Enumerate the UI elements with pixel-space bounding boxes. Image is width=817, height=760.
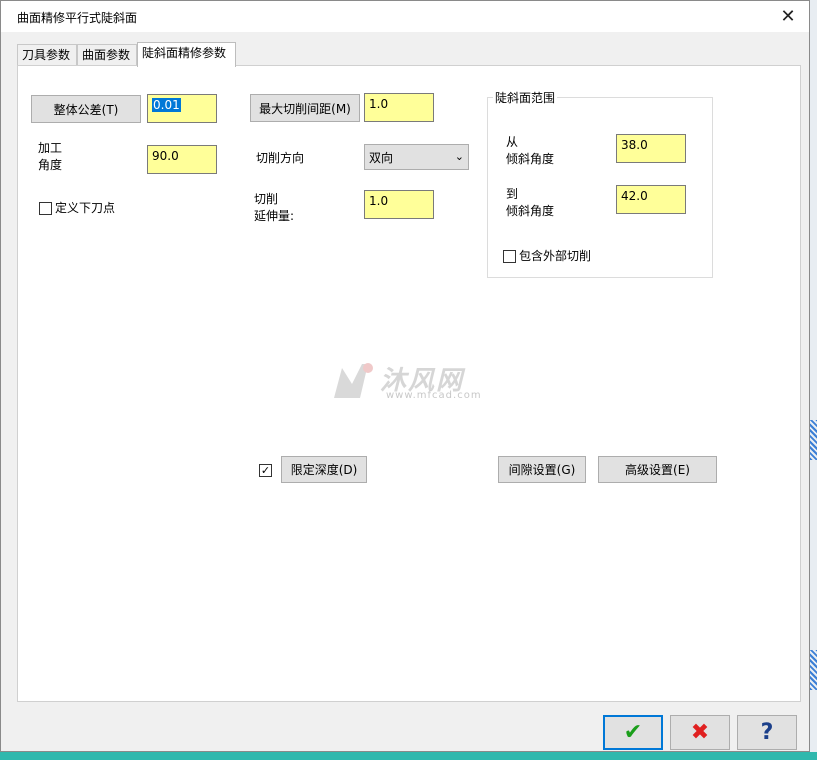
from-angle-label: 从 倾斜角度 (506, 134, 554, 168)
machining-angle-input[interactable]: 90.0 (147, 145, 217, 174)
tab-panel: 整体公差(T) 0.01 加工 角度 90.0 定义下刀点 最大切削间距(M) … (17, 65, 801, 702)
include-outer-checkbox[interactable] (503, 250, 516, 263)
help-icon: ? (760, 720, 774, 745)
max-stepover-button[interactable]: 最大切削间距(M) (250, 94, 360, 122)
tab-surface-params[interactable]: 曲面参数 (77, 44, 137, 66)
limit-depth-checkbox[interactable]: ✓ (259, 464, 272, 477)
cut-direction-value: 双向 (369, 151, 394, 165)
limit-depth-button[interactable]: 限定深度(D) (281, 456, 367, 483)
steep-range-title: 陡斜面范围 (493, 89, 558, 106)
tolerance-input[interactable]: 0.01 (147, 94, 217, 123)
title-bar: 曲面精修平行式陡斜面 ✕ (1, 1, 809, 32)
to-angle-input[interactable]: 42.0 (616, 185, 686, 214)
chevron-down-icon: ⌄ (454, 150, 464, 163)
machining-angle-label-line1: 加工 (38, 141, 63, 155)
dialog-title: 曲面精修平行式陡斜面 (17, 11, 138, 25)
watermark: 沐风网 www.mfcad.com (328, 358, 498, 408)
cancel-button[interactable]: ✖ (670, 715, 730, 750)
cut-extension-label-line2: 延伸量: (254, 209, 295, 223)
background-app-bottom (0, 752, 817, 760)
to-angle-label-line2: 倾斜角度 (506, 204, 555, 218)
advanced-settings-button[interactable]: 高级设置(E) (598, 456, 717, 483)
check-icon: ✔ (623, 720, 643, 745)
tab-tool-params[interactable]: 刀具参数 (17, 44, 77, 66)
cut-direction-select[interactable]: 双向 ⌄ (364, 144, 469, 170)
cross-icon: ✖ (690, 720, 710, 745)
tolerance-button[interactable]: 整体公差(T) (31, 95, 141, 123)
entry-point-checkbox[interactable] (39, 202, 52, 215)
watermark-logo-icon (334, 363, 373, 398)
entry-point-label: 定义下刀点 (55, 201, 116, 215)
from-angle-label-line2: 倾斜角度 (506, 152, 555, 166)
gap-settings-button[interactable]: 间隙设置(G) (498, 456, 586, 483)
background-hatch (810, 650, 817, 690)
help-button[interactable]: ? (737, 715, 797, 750)
ok-button[interactable]: ✔ (603, 715, 663, 750)
background-hatch (810, 420, 817, 460)
include-outer-label: 包含外部切削 (519, 249, 592, 263)
machining-angle-label: 加工 角度 (38, 140, 62, 174)
cut-extension-input[interactable]: 1.0 (364, 190, 434, 219)
from-angle-input[interactable]: 38.0 (616, 134, 686, 163)
close-icon[interactable]: ✕ (773, 4, 803, 28)
to-angle-label: 到 倾斜角度 (506, 186, 554, 220)
cut-extension-label: 切削 延伸量: (254, 191, 294, 225)
tolerance-value: 0.01 (152, 98, 181, 112)
to-angle-label-line1: 到 (506, 187, 519, 201)
cut-direction-label: 切削方向 (256, 151, 305, 165)
cut-extension-label-line1: 切削 (254, 192, 279, 206)
tab-steep-finish-params[interactable]: 陡斜面精修参数 (137, 42, 236, 67)
machining-angle-label-line2: 角度 (38, 158, 63, 172)
from-angle-label-line1: 从 (506, 135, 519, 149)
max-stepover-input[interactable]: 1.0 (364, 93, 434, 122)
watermark-sub: www.mfcad.com (386, 390, 482, 401)
steep-finishing-dialog: 曲面精修平行式陡斜面 ✕ 刀具参数 曲面参数 陡斜面精修参数 整体公差(T) 0… (0, 0, 810, 752)
steep-range-group: 陡斜面范围 从 倾斜角度 38.0 到 倾斜角度 42.0 包含外部切削 (487, 89, 713, 278)
